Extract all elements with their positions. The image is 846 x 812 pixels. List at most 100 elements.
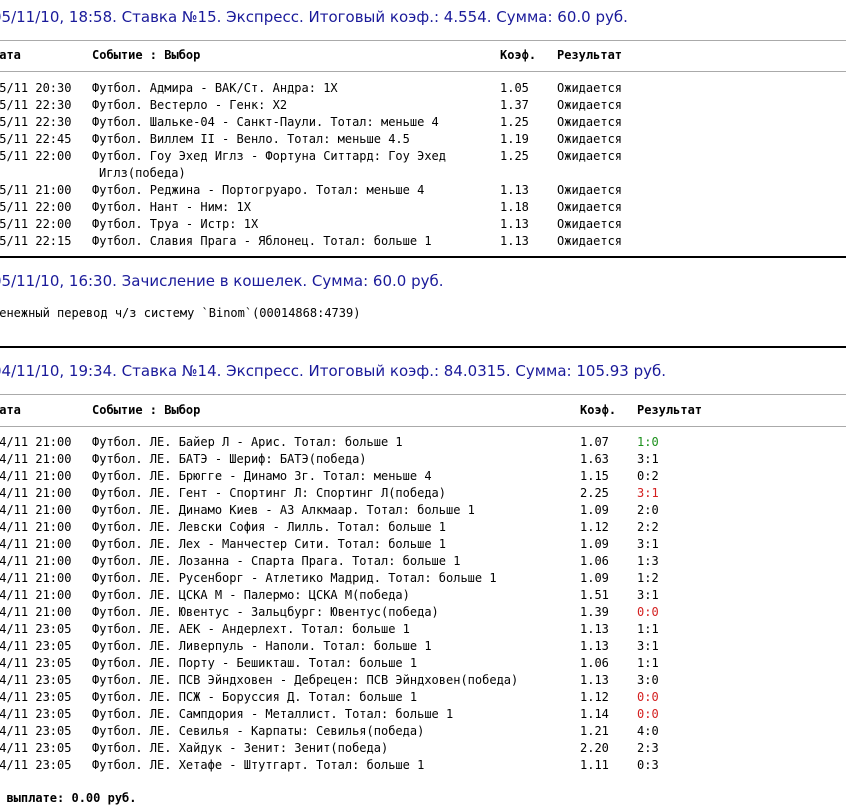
row-event: Футбол. ЛЕ. БАТЭ - Шериф: БАТЭ(победа) — [92, 452, 367, 466]
row-event: Футбол. Реджина - Портогруаро. Тотал: ме… — [92, 183, 425, 197]
row-date: 05/11 22:45 — [0, 132, 72, 146]
table-row: 05/11 20:30 Футбол. Адмира - ВАК/Ст. Андр… — [0, 80, 846, 97]
row-date: 05/11 22:30 — [0, 115, 72, 129]
row-event: Футбол. ЛЕ. ПСВ Эйндховен - Дебрецен: ПС… — [92, 673, 519, 687]
row-date: 04/11 23:05 — [0, 656, 72, 670]
row-date: 04/11 21:00 — [0, 571, 72, 585]
row-event: Футбол. ЛЕ. Севилья - Карпаты: Севилья(п… — [92, 724, 425, 738]
row-event: Футбол. ЛЕ. ЦСКА М - Палермо: ЦСКА М(поб… — [92, 588, 410, 602]
row-coef: 1.12 — [580, 520, 609, 534]
row-date: 05/11 22:00 — [0, 217, 72, 231]
divider — [0, 71, 846, 72]
row-event: Футбол. ЛЕ. Ювентус - Зальцбург: Ювентус… — [92, 605, 439, 619]
row-result: 2:2 — [637, 520, 659, 534]
table-row: 05/11 22:30 Футбол. Вестерло - Генк: X2 1.… — [0, 97, 846, 114]
row-coef: 1.13 — [580, 639, 609, 653]
row-event: Футбол. Виллем II - Венло. Тотал: меньше… — [92, 132, 410, 146]
row-date: 04/11 21:00 — [0, 520, 72, 534]
row-result: Ожидается — [557, 98, 623, 112]
col-coef-header: Коэф. — [580, 403, 617, 417]
divider — [0, 426, 846, 427]
table-row: 04/11 23:05 Футбол. ЛЕ. Порту - Бешикташ.… — [0, 655, 846, 672]
row-date: 04/11 21:00 — [0, 452, 72, 466]
col-date-header: Дата — [0, 403, 21, 417]
row-event: Футбол. Славия Прага - Яблонец. Тотал: б… — [92, 234, 432, 248]
row-date: 05/11 20:30 — [0, 81, 72, 95]
deposit-title: 05/11/10, 16:30. Зачисление в кошелек. С… — [0, 272, 444, 290]
row-date: 04/11 21:00 — [0, 588, 72, 602]
row-event: Футбол. ЛЕ. Хетафе - Штутгарт. Тотал: бо… — [92, 758, 425, 772]
divider — [0, 394, 846, 395]
row-coef: 1.25 — [500, 149, 529, 163]
row-result: 1:1 — [637, 622, 659, 636]
row-date: 04/11 23:05 — [0, 690, 72, 704]
table-row: 05/11 22:15 Футбол. Славия Прага - Яблоне… — [0, 233, 846, 250]
table-row: 04/11 23:05 Футбол. ЛЕ. Хетафе - Штутгарт… — [0, 757, 846, 774]
row-coef: 1.14 — [580, 707, 609, 721]
row-result: 0:2 — [637, 469, 659, 483]
row-date: 04/11 23:05 — [0, 741, 72, 755]
row-result: 1:0 — [637, 435, 659, 449]
row-date: 05/11 22:15 — [0, 234, 72, 248]
row-result: Ожидается — [557, 234, 623, 248]
row-result: Ожидается — [557, 81, 623, 95]
row-result: 3:0 — [637, 673, 659, 687]
row-coef: 2.25 — [580, 486, 609, 500]
row-event: Футбол. ЛЕ. Динамо Киев - АЗ Алкмаар. То… — [92, 503, 475, 517]
row-event: Футбол. Адмира - ВАК/Ст. Андра: 1X — [92, 81, 338, 95]
table-row: 04/11 23:05 Футбол. ЛЕ. Сампдория - Метал… — [0, 706, 846, 723]
col-event-header: Событие : Выбор — [92, 403, 201, 417]
table-row: 04/11 23:05 Футбол. ЛЕ. Севилья - Карпаты… — [0, 723, 846, 740]
col-coef-header: Коэф. — [500, 48, 537, 62]
section-divider — [0, 346, 846, 348]
row-coef: 1.06 — [580, 656, 609, 670]
row-date: 04/11 21:00 — [0, 537, 72, 551]
row-event: Футбол. ЛЕ. Левски София - Лилль. Тотал:… — [92, 520, 447, 534]
row-date: 04/11 23:05 — [0, 673, 72, 687]
table-row: 04/11 21:00 Футбол. ЛЕ. Ювентус - Зальцбу… — [0, 604, 846, 621]
row-result: 3:1 — [637, 639, 659, 653]
row-date: 04/11 23:05 — [0, 639, 72, 653]
table-row: 04/11 23:05 Футбол. ЛЕ. ПСВ Эйндховен - Д… — [0, 672, 846, 689]
col-result-header: Результат — [637, 403, 703, 417]
row-event: Футбол. ЛЕ. Русенборг - Атлетико Мадрид.… — [92, 571, 497, 585]
bet14-table-header: Дата Событие : Выбор Коэф. Результат — [0, 402, 846, 419]
row-date: 04/11 21:00 — [0, 486, 72, 500]
row-date: 04/11 23:05 — [0, 758, 72, 772]
table-row: 04/11 21:00 Футбол. ЛЕ. Левски София - Ли… — [0, 519, 846, 536]
row-date: 04/11 21:00 — [0, 554, 72, 568]
table-row: 04/11 21:00 Футбол. ЛЕ. ЦСКА М - Палермо:… — [0, 587, 846, 604]
table-row: 05/11 22:00 Футбол. Гоу Эхед Иглз - Форту… — [0, 148, 846, 165]
row-coef: 1.51 — [580, 588, 609, 602]
col-date-header: Дата — [0, 48, 21, 62]
table-row: 04/11 21:00 Футбол. ЛЕ. Русенборг - Атлет… — [0, 570, 846, 587]
row-coef: 1.09 — [580, 503, 609, 517]
row-date: 04/11 21:00 — [0, 435, 72, 449]
row-coef: 1.19 — [500, 132, 529, 146]
row-result: 0:3 — [637, 758, 659, 772]
row-coef: 1.18 — [500, 200, 529, 214]
row-event: Футбол. Вестерло - Генк: X2 — [92, 98, 288, 112]
row-coef: 1.05 — [500, 81, 529, 95]
row-event-continuation: Иглз(победа) — [99, 166, 186, 180]
row-date: 04/11 21:00 — [0, 503, 72, 517]
table-row: 04/11 21:00 Футбол. ЛЕ. Лозанна - Спарта … — [0, 553, 846, 570]
row-coef: 1.13 — [580, 622, 609, 636]
table-row: 05/11 22:30 Футбол. Шальке-04 - Санкт-Пау… — [0, 114, 846, 131]
row-event: Футбол. ЛЕ. Байер Л - Арис. Тотал: больш… — [92, 435, 403, 449]
row-result: 3:1 — [637, 588, 659, 602]
col-event-header: Событие : Выбор — [92, 48, 201, 62]
bet14-title: 04/11/10, 19:34. Ставка №14. Экспресс. И… — [0, 362, 667, 380]
row-coef: 2.20 — [580, 741, 609, 755]
row-coef: 1.13 — [500, 217, 529, 231]
row-result: Ожидается — [557, 149, 623, 163]
row-coef: 1.25 — [500, 115, 529, 129]
row-coef: 1.11 — [580, 758, 609, 772]
row-result: 2:3 — [637, 741, 659, 755]
row-result: 3:1 — [637, 486, 659, 500]
row-coef: 1.37 — [500, 98, 529, 112]
table-row: 05/11 21:00 Футбол. Реджина - Портогруаро… — [0, 182, 846, 199]
table-row: 04/11 21:00 Футбол. ЛЕ. Динамо Киев - АЗ … — [0, 502, 846, 519]
row-event: Футбол. ЛЕ. АЕК - Андерлехт. Тотал: боль… — [92, 622, 410, 636]
row-result: 4:0 — [637, 724, 659, 738]
